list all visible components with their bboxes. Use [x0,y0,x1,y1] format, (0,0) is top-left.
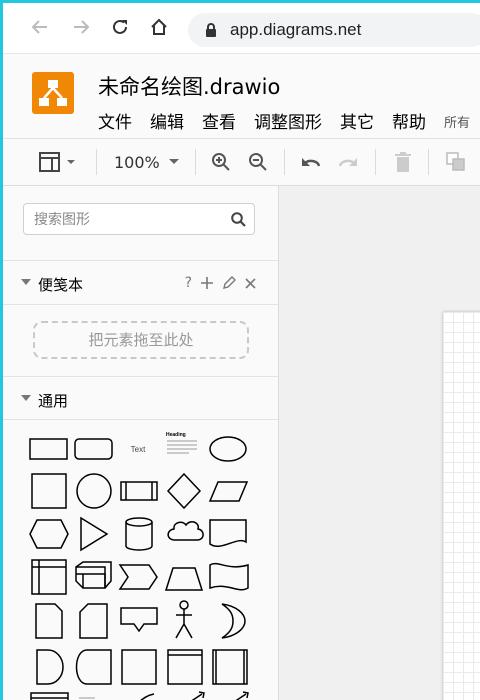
or-shape[interactable] [221,603,246,639]
ellipse-shape[interactable] [209,436,247,462]
back-arrow-icon[interactable] [27,14,53,40]
menu-view[interactable]: 查看 [202,108,236,133]
general-header[interactable]: 通用 [3,379,278,419]
drawio-logo-icon [32,72,74,114]
arrow-shape[interactable] [225,691,249,700]
to-front-icon[interactable] [444,151,468,173]
browser-bar: app.diagrams.net [3,3,480,54]
cube-shape[interactable] [75,561,112,589]
triangle-shape[interactable] [80,516,109,552]
note-shape[interactable] [35,603,63,639]
diagram-canvas[interactable] [279,186,480,700]
parallelogram-shape[interactable] [208,481,249,502]
toolbar-divider [96,149,97,175]
url-text: app.diagrams.net [230,20,362,39]
general-title: 通用 [38,392,69,410]
zoom-out-icon[interactable] [247,151,269,173]
section-divider [3,260,278,261]
text-shape[interactable]: Text [131,445,146,454]
lock-icon [206,23,216,37]
format-panel-icon[interactable] [37,150,83,174]
curve-shape[interactable] [132,693,155,700]
address-bar[interactable]: app.diagrams.net [188,13,480,47]
toolbar-divider [284,149,285,175]
menu-help[interactable]: 帮助 [392,108,426,133]
rounded-rectangle-shape[interactable] [74,438,113,460]
tape-shape[interactable] [209,562,249,591]
data-storage-shape[interactable] [121,649,157,685]
section-divider [3,419,278,420]
actor-shape[interactable] [175,600,193,639]
hexagon-shape[interactable] [29,519,69,549]
zoom-level[interactable]: 100% [114,153,160,172]
frame-shape[interactable] [212,649,248,685]
scratchpad-actions: ? [185,275,256,291]
close-icon[interactable] [245,277,256,289]
redo-icon[interactable] [336,151,360,173]
shape-search-box [23,203,255,235]
circle-shape[interactable] [76,473,112,509]
section-divider [3,304,278,305]
textbox-heading: Heading [166,432,186,438]
menu-arrange[interactable]: 调整图形 [254,108,322,133]
shape-palette: Text Heading [3,426,278,700]
scratchpad-header[interactable]: 便笺本 ? [3,263,278,303]
section-divider [3,376,278,377]
document-title[interactable]: 未命名绘图.drawio [98,71,280,101]
toolbar: 100% [3,139,480,186]
delete-icon[interactable] [392,150,414,174]
toolbar-divider [195,149,196,175]
collapse-triangle-icon[interactable] [21,395,31,401]
step-shape[interactable] [118,564,158,590]
menu-edit[interactable]: 编辑 [150,108,184,133]
cylinder-shape[interactable] [125,517,153,551]
delay-shape[interactable] [36,649,64,685]
menu-all-changes[interactable]: 所有 [444,112,470,133]
cloud-shape[interactable] [167,521,204,541]
undo-icon[interactable] [299,151,323,173]
home-icon[interactable] [146,14,172,40]
container-shape[interactable] [167,649,203,685]
scratchpad-title: 便笺本 [38,276,84,294]
shape-search-input[interactable] [32,209,226,231]
app-header: 未命名绘图.drawio 文件 编辑 查看 调整图形 其它 帮助 所有 [3,54,480,139]
help-icon[interactable]: ? [185,275,192,291]
diagram-page[interactable] [443,312,480,700]
zoom-dropdown-chevron-icon[interactable] [167,155,181,169]
scratchpad-dropzone[interactable]: 把元素拖至此处 [33,321,249,359]
menu-bar: 文件 编辑 查看 调整图形 其它 帮助 所有 [98,108,480,133]
textbox-shape[interactable]: Heading [166,432,197,454]
toolbar-divider [375,149,376,175]
process-shape[interactable] [120,481,158,501]
rectangle-shape[interactable] [29,438,68,460]
search-icon[interactable] [231,212,246,227]
card-shape[interactable] [79,603,108,639]
reload-icon[interactable] [107,14,133,40]
app-window: app.diagrams.net 未命名绘图.drawio 文件 编辑 查看 调… [3,3,480,700]
display-shape[interactable] [75,649,112,685]
forward-arrow-icon[interactable] [68,14,94,40]
callout-shape[interactable] [120,607,158,633]
toolbar-divider [428,149,429,175]
collapse-triangle-icon[interactable] [21,279,31,285]
bidirectional-arrow-shape[interactable] [181,691,205,700]
zoom-in-icon[interactable] [210,151,232,173]
square-shape[interactable] [31,473,67,509]
diamond-shape[interactable] [166,472,202,510]
shapes-sidebar: 便笺本 ? 把元素拖至此处 通用 Text Heading [3,186,279,700]
add-icon[interactable] [201,277,213,289]
edit-pencil-icon[interactable] [222,276,236,290]
trapezoid-shape[interactable] [164,567,204,591]
internal-storage-shape[interactable] [31,559,67,595]
list-shape[interactable] [30,692,69,700]
menu-extras[interactable]: 其它 [340,108,374,133]
document-shape[interactable] [209,519,247,547]
menu-file[interactable]: 文件 [98,108,132,133]
